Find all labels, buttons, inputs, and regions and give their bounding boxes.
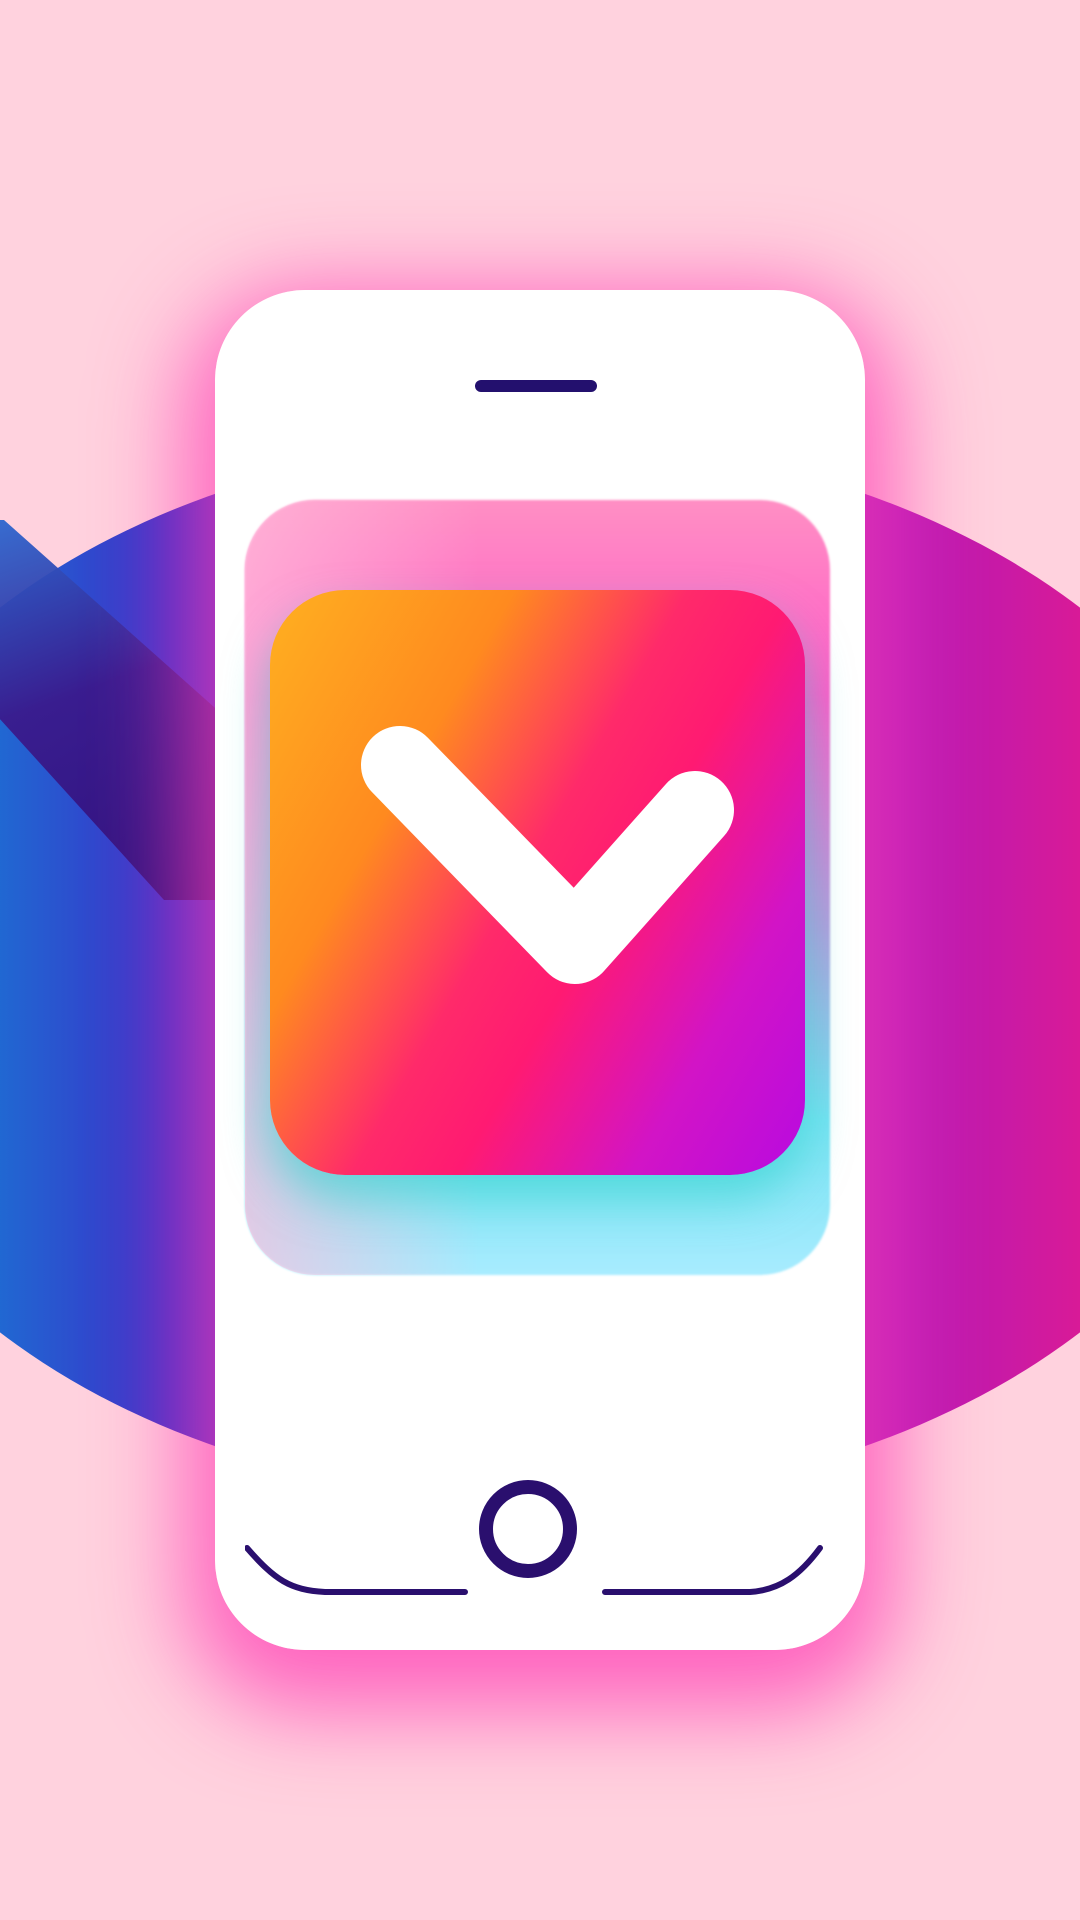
phone bbox=[215, 290, 865, 1650]
phone-speaker bbox=[475, 380, 597, 392]
checkmark-icon bbox=[361, 726, 734, 984]
bottom-bar-lines bbox=[245, 1545, 823, 1595]
illustration-scene bbox=[0, 0, 1080, 1920]
